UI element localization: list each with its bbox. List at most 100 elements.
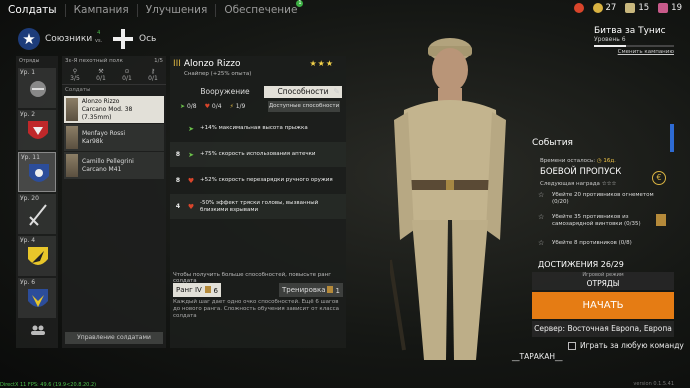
events-title: События xyxy=(532,138,573,148)
soldier-row[interactable]: Menfayo Rossi Kar98k xyxy=(64,124,164,151)
squad-5[interactable]: Ур. 4 xyxy=(18,236,56,276)
slot-engineer: ⚒ 0/1 xyxy=(96,68,106,82)
slot-value: 0/1 xyxy=(148,75,158,82)
ability-row[interactable]: 8 ♥ +52% скорость перезарядки ручного ор… xyxy=(170,168,346,193)
tab-soldiers[interactable]: Солдаты xyxy=(0,3,66,17)
ticket-icon xyxy=(205,285,212,293)
change-campaign-link[interactable]: Сменить кампанию xyxy=(594,49,674,55)
rank-numeral: III xyxy=(173,59,181,69)
ap-value: 0/4 xyxy=(211,103,222,110)
regiment-count: 1/5 xyxy=(154,58,163,64)
ability-cost: 4 xyxy=(175,203,181,210)
allied-star-icon: ★ xyxy=(18,28,40,50)
ability-text: -50% эффект тряски головы, вызванный бли… xyxy=(200,199,319,213)
any-team-checkbox[interactable] xyxy=(568,341,576,350)
squad-2[interactable]: Ур. 2 xyxy=(18,110,56,150)
tab-weapons[interactable]: Вооружение xyxy=(186,86,264,98)
class-slots: ⚲ 3/5 ⚒ 0/1 ⊙ 0/1 ⚷ 0/1 xyxy=(62,66,166,85)
game-mode-select[interactable]: Игровой режим ОТРЯДЫ xyxy=(532,272,674,290)
start-button[interactable]: НАЧАТЬ xyxy=(532,292,674,319)
notification-badge: 1 xyxy=(296,0,304,7)
allies-label: Союзники xyxy=(45,34,93,44)
squad-3[interactable]: Ур. 11 xyxy=(18,152,56,192)
campaign-level: Уровень 6 xyxy=(594,36,626,43)
ticket-currency[interactable]: 15 xyxy=(625,3,649,13)
slot-value: 3/5 xyxy=(70,75,80,82)
battlepass-coin-icon[interactable]: € xyxy=(652,171,666,185)
blue-shield-emblem-icon xyxy=(29,164,49,182)
soldier-weapon: Carcano M41 xyxy=(82,165,122,173)
rifle-squad-emblem-icon xyxy=(30,81,46,97)
star-icon: ☆ xyxy=(538,213,545,221)
vs-label: vs. xyxy=(95,38,103,44)
achievements-counter[interactable]: ДОСТИЖЕНИЯ 26/29 xyxy=(538,260,624,269)
server-select[interactable]: Сервер: Восточная Европа, Европа xyxy=(532,321,674,337)
soldier-row[interactable]: Camillo Pellegrini Carcano M41 xyxy=(64,152,164,179)
rifle-icon: ⚲ xyxy=(72,68,78,75)
medal-currency[interactable] xyxy=(573,3,584,13)
squads-column: Отряды Ур. 1 Ур. 2 Ур. 11 Ур. 20 Ур. 4 У… xyxy=(16,56,58,348)
ability-cost: 8 xyxy=(175,177,181,184)
axis-label: Ось xyxy=(139,34,157,44)
allies-count: 4 xyxy=(97,30,101,36)
task-row[interactable]: ☆ Убейте 20 противников огнеметом (0/20) xyxy=(538,192,666,206)
tab-campaign[interactable]: Кампания xyxy=(66,3,138,17)
star-icon: ☆ xyxy=(538,191,545,199)
ability-points: ➤ 0/8 ♥ 0/4 ⚡ 1/9 xyxy=(180,103,245,110)
rank-cost: 6 xyxy=(205,285,218,295)
ability-row[interactable]: ➤ +14% максимальная высота прыжка xyxy=(170,116,346,141)
red-shield-emblem-icon xyxy=(28,121,48,139)
task-row[interactable]: ☆ Убейте 8 противников (0/8) xyxy=(538,240,666,247)
soldier-portrait xyxy=(66,98,78,121)
manage-soldiers-button[interactable]: Управление солдатами xyxy=(65,332,163,344)
rank-cost-value: 6 xyxy=(213,286,218,295)
time-label: Времени осталось: xyxy=(540,158,596,164)
slot-value: 0/1 xyxy=(96,75,106,82)
currency-bar: 27 15 19 xyxy=(573,3,682,13)
ability-row[interactable]: 8 ➤ +75% скорость использования аптечки xyxy=(170,142,346,167)
available-abilities-button[interactable]: Доступные способности xyxy=(268,101,340,112)
ability-row[interactable]: 4 ♥ -50% эффект тряски головы, вызванный… xyxy=(170,194,346,219)
battlepass-title[interactable]: БОЕВОЙ ПРОПУСК xyxy=(540,167,621,177)
any-team-label: Играть за любую команду xyxy=(580,341,684,350)
campaign-progress xyxy=(594,45,674,47)
ap-vitality: ♥ 0/4 xyxy=(205,103,222,110)
squad-6[interactable]: Ур. 6 xyxy=(18,278,56,318)
detail-tabs: Вооружение Способности xyxy=(186,86,342,98)
slot-rifle: ⚲ 3/5 xyxy=(70,68,80,82)
squad-4[interactable]: Ур. 20 xyxy=(18,194,56,234)
soldier-row[interactable]: Alonzo Rizzo Carcano Mod. 38 (7.35mm) xyxy=(64,96,164,123)
soldier-info: Camillo Pellegrini Carcano M41 xyxy=(82,158,134,174)
faction-allies[interactable]: ★ Союзники 4 xyxy=(18,28,100,50)
star-icon: ☆ xyxy=(538,239,545,247)
heart-icon: ♥ xyxy=(204,103,210,110)
tab-supply[interactable]: Обеспечение 1 xyxy=(216,0,305,17)
squad-manage-button[interactable] xyxy=(30,324,46,336)
train-button[interactable]: Тренировка 1 xyxy=(279,283,343,297)
gold-currency[interactable]: 27 xyxy=(592,3,616,13)
squad-1[interactable]: Ур. 1 xyxy=(18,68,56,108)
soldier-stars: ★★★ xyxy=(309,59,334,68)
edit-icon[interactable]: ✎ xyxy=(333,87,340,96)
rank-up-button[interactable]: Ранг IV 6 xyxy=(173,283,221,297)
arrow-icon: ➤ xyxy=(188,124,194,133)
any-team-toggle[interactable]: Играть за любую команду xyxy=(568,341,684,350)
hammer-icon: ⚒ xyxy=(98,68,104,75)
tab-supply-label: Обеспечение xyxy=(224,3,298,16)
lion-emblem-icon xyxy=(28,247,48,265)
ability-cost: 8 xyxy=(175,151,181,158)
version-label: version 0.1.5.41 xyxy=(633,381,674,387)
username[interactable]: __ТАРАКАН__ xyxy=(512,352,562,361)
game-mode-value: ОТРЯДЫ xyxy=(586,279,620,288)
task-row[interactable]: ☆ Убейте 35 противников из самозарядной … xyxy=(538,214,666,228)
ap-agility: ➤ 0/8 xyxy=(180,103,197,110)
sword-emblem-icon xyxy=(29,204,47,226)
heart-icon: ♥ xyxy=(187,176,195,185)
faction-axis[interactable]: Ось xyxy=(112,28,156,50)
tab-upgrades[interactable]: Улучшения xyxy=(138,3,217,17)
soldier-portrait xyxy=(66,126,78,149)
tab-abilities[interactable]: Способности xyxy=(264,86,342,98)
xp-currency[interactable]: 19 xyxy=(658,3,682,13)
xp-icon xyxy=(658,3,669,13)
soldier-weapon: Kar98k xyxy=(82,137,104,145)
